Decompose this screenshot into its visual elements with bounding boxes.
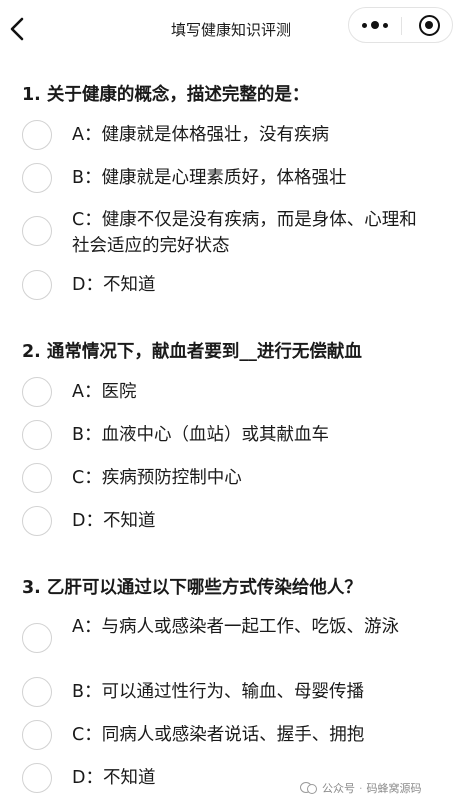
radio-button[interactable] (22, 720, 52, 750)
radio-button[interactable] (22, 506, 52, 536)
option-q1-a[interactable]: A：健康就是体格强壮，没有疾病 (22, 119, 442, 151)
option-q1-c[interactable]: C：健康不仅是没有疾病，而是身体、心理和社会适应的完好状态 (22, 204, 442, 260)
option-label: B：可以通过性行为、输血、母婴传播 (72, 682, 365, 702)
wechat-icon (300, 781, 318, 795)
option-q2-a[interactable]: A：医院 (22, 376, 442, 408)
radio-button[interactable] (22, 463, 52, 493)
more-dots-icon (362, 22, 367, 28)
option-label: C：疾病预防控制中心 (72, 468, 242, 488)
question-title: 1. 关于健康的概念，描述完整的是： (22, 85, 310, 105)
option-label: A：与病人或感染者一起工作、吃饭、游泳 (72, 617, 399, 637)
option-q3-c[interactable]: C：同病人或感染者说话、握手、拥抱 (22, 719, 442, 751)
option-label: D：不知道 (72, 511, 156, 531)
radio-button[interactable] (22, 763, 52, 793)
watermark-source: 公众号 (322, 782, 355, 795)
mini-program-capsule (348, 7, 453, 43)
option-q1-b[interactable]: B：健康就是心理素质好，体格强壮 (22, 162, 442, 194)
radio-button[interactable] (22, 377, 52, 407)
question-title: 2. 通常情况下，献血者要到__进行无偿献血 (22, 342, 362, 362)
close-target-icon[interactable] (419, 15, 440, 36)
more-button[interactable] (349, 8, 401, 42)
option-label: C：健康不仅是没有疾病，而是身体、心理和社会适应的完好状态 (72, 210, 417, 256)
option-label: C：同病人或感染者说话、握手、拥抱 (72, 725, 365, 745)
watermark-name: 码蜂窝源码 (366, 782, 422, 795)
more-dots-icon-center (371, 21, 379, 29)
more-dots-icon-right (383, 22, 388, 28)
radio-button[interactable] (22, 270, 52, 300)
watermark: 公众号 · 码蜂窝源码 (300, 777, 422, 799)
radio-button[interactable] (22, 677, 52, 707)
radio-button[interactable] (22, 120, 52, 150)
radio-button[interactable] (22, 420, 52, 450)
option-q3-a[interactable]: A：与病人或感染者一起工作、吃饭、游泳 (22, 612, 442, 668)
option-q3-b[interactable]: B：可以通过性行为、输血、母婴传播 (22, 676, 442, 708)
option-label: B：健康就是心理素质好，体格强壮 (72, 168, 347, 188)
option-label: A：健康就是体格强壮，没有疾病 (72, 125, 329, 145)
option-q2-d[interactable]: D：不知道 (22, 505, 442, 537)
watermark-separator: · (359, 781, 363, 795)
radio-button[interactable] (22, 163, 52, 193)
question-title: 3. 乙肝可以通过以下哪些方式传染给他人？ (22, 578, 362, 598)
radio-button[interactable] (22, 216, 52, 246)
option-q2-b[interactable]: B：血液中心（血站）或其献血车 (22, 419, 442, 451)
option-q1-d[interactable]: D：不知道 (22, 269, 442, 301)
option-label: A：医院 (72, 382, 137, 402)
option-label: B：血液中心（血站）或其献血车 (72, 425, 330, 445)
option-q2-c[interactable]: C：疾病预防控制中心 (22, 462, 442, 494)
option-label: D：不知道 (72, 275, 156, 295)
radio-button[interactable] (22, 623, 52, 653)
capsule-divider (401, 17, 402, 35)
nav-bar: 填写健康知识评测 (0, 0, 462, 58)
